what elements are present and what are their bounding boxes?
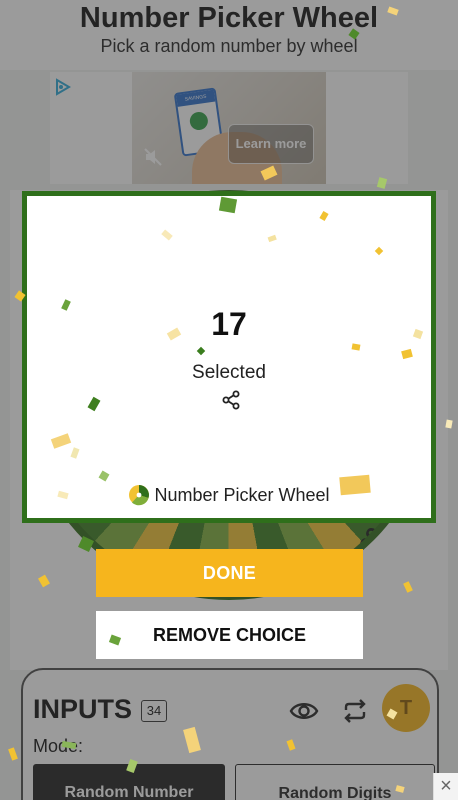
- brand-name: Number Picker Wheel: [154, 485, 330, 505]
- share-icon[interactable]: [221, 390, 241, 410]
- close-ad-button[interactable]: ×: [433, 773, 458, 800]
- brand-label: Number Picker Wheel: [27, 484, 431, 506]
- done-button[interactable]: DONE: [96, 549, 363, 597]
- result-label: Selected: [192, 362, 266, 383]
- result-number: 17: [211, 306, 247, 342]
- remove-choice-button[interactable]: REMOVE CHOICE: [96, 611, 363, 659]
- wheel-logo-icon: [129, 484, 150, 505]
- result-modal: 17 Selected Number Picker Wheel: [22, 191, 436, 523]
